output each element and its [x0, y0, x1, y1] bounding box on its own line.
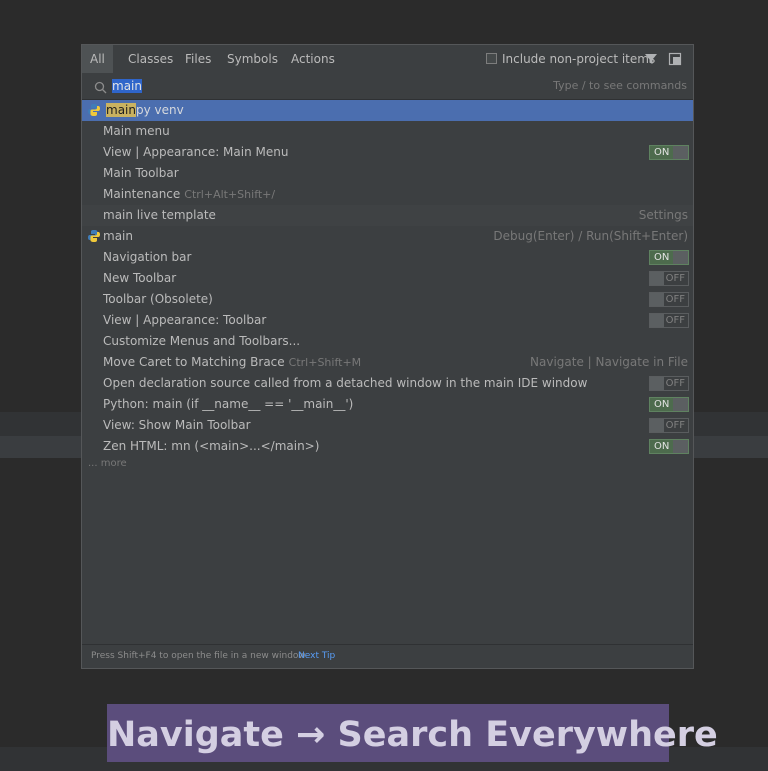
- toggle-switch[interactable]: ON: [649, 250, 689, 265]
- toggle-switch[interactable]: OFF: [649, 271, 689, 286]
- toggle-switch[interactable]: OFF: [649, 376, 689, 391]
- list-item-location: Settings: [638, 208, 688, 222]
- list-item-main-toolbar[interactable]: Main Toolbar: [82, 163, 693, 184]
- tab-files[interactable]: Files: [177, 45, 219, 73]
- results-list: mainpy venv Main menu View | Appearance:…: [82, 100, 693, 457]
- tab-all[interactable]: All: [82, 45, 113, 73]
- list-item-label: View: Show Main Toolbar: [103, 418, 251, 432]
- tab-classes[interactable]: Classes: [120, 45, 181, 73]
- caption-banner: Navigate → Search Everywhere: [107, 704, 718, 762]
- toggle-switch[interactable]: ON: [649, 145, 689, 160]
- search-icon: [94, 79, 107, 98]
- shortcut-label: Ctrl+Alt+Shift+/: [184, 188, 276, 201]
- include-non-project-items[interactable]: Include non-project items: [486, 45, 655, 73]
- list-item-zen-html[interactable]: Zen HTML: mn (<main>...</main>) ON: [82, 436, 693, 457]
- next-tip-link[interactable]: Next Tip: [298, 645, 335, 668]
- list-item-main-live-template[interactable]: main live template Settings: [82, 205, 693, 226]
- list-item-move-caret[interactable]: Move Caret to Matching Brace Ctrl+Shift+M…: [82, 352, 693, 373]
- search-field: main Type / to see commands: [82, 73, 693, 100]
- include-non-project-label: Include non-project items: [502, 52, 656, 66]
- list-item-view-appearance-toolbar[interactable]: View | Appearance: Toolbar OFF: [82, 310, 693, 331]
- list-item-label: main live template: [103, 208, 216, 222]
- toggle-switch[interactable]: OFF: [649, 292, 689, 307]
- list-item-label: New Toolbar: [103, 271, 177, 285]
- list-item-label: Customize Menus and Toolbars...: [103, 334, 301, 348]
- list-item-label: Maintenance: [103, 187, 181, 201]
- list-item-label: py venv: [135, 103, 184, 117]
- list-item-view-appearance-main-menu[interactable]: View | Appearance: Main Menu ON: [82, 142, 693, 163]
- search-query: main: [112, 79, 142, 93]
- list-item-label: Python: main (if __name__ == '__main__'): [103, 397, 354, 411]
- more-link[interactable]: ... more: [88, 458, 127, 469]
- list-item-label: Zen HTML: mn (<main>...</main>): [103, 439, 320, 453]
- list-item-label: Toolbar (Obsolete): [103, 292, 213, 306]
- tab-actions[interactable]: Actions: [283, 45, 343, 73]
- list-item-show-main-toolbar[interactable]: View: Show Main Toolbar OFF: [82, 415, 693, 436]
- list-item-label: Open declaration source called from a de…: [103, 376, 588, 390]
- list-item-label: Main menu: [103, 124, 170, 138]
- list-item-label: main: [103, 229, 133, 243]
- include-non-project-checkbox[interactable]: [486, 53, 497, 64]
- toggle-switch[interactable]: ON: [649, 439, 689, 454]
- toggle-switch[interactable]: ON: [649, 397, 689, 412]
- list-item-python-main[interactable]: Python: main (if __name__ == '__main__')…: [82, 394, 693, 415]
- list-item-label: Main Toolbar: [103, 166, 179, 180]
- list-item-main-run-config[interactable]: main Debug(Enter) / Run(Shift+Enter): [82, 226, 693, 247]
- list-item-location: Debug(Enter) / Run(Shift+Enter): [493, 229, 688, 243]
- list-item-toolbar-obsolete[interactable]: Toolbar (Obsolete) OFF: [82, 289, 693, 310]
- pin-window-icon[interactable]: [668, 52, 682, 69]
- list-item-main-venv[interactable]: mainpy venv: [82, 100, 693, 121]
- list-item-main-menu[interactable]: Main menu: [82, 121, 693, 142]
- filter-icon[interactable]: [644, 52, 658, 69]
- list-item-customize-menus[interactable]: Customize Menus and Toolbars...: [82, 331, 693, 352]
- list-item-maintenance[interactable]: Maintenance Ctrl+Alt+Shift+/: [82, 184, 693, 205]
- search-hint: Type / to see commands: [553, 79, 687, 92]
- list-item-label: View | Appearance: Main Menu: [103, 145, 289, 159]
- list-item-new-toolbar[interactable]: New Toolbar OFF: [82, 268, 693, 289]
- tip-text: Press Shift+F4 to open the file in a new…: [91, 651, 306, 661]
- toggle-switch[interactable]: OFF: [649, 313, 689, 328]
- list-item-label: Navigation bar: [103, 250, 192, 264]
- list-item-navigation-bar[interactable]: Navigation bar ON: [82, 247, 693, 268]
- list-item-open-declaration-source[interactable]: Open declaration source called from a de…: [82, 373, 693, 394]
- toggle-switch[interactable]: OFF: [649, 418, 689, 433]
- match-highlight: main: [106, 103, 136, 117]
- tab-symbols[interactable]: Symbols: [219, 45, 286, 73]
- tab-bar: All Classes Files Symbols Actions Includ…: [82, 45, 693, 74]
- search-input[interactable]: main: [112, 76, 412, 96]
- list-item-label: View | Appearance: Toolbar: [103, 313, 267, 327]
- search-everywhere-popup: All Classes Files Symbols Actions Includ…: [81, 44, 694, 669]
- list-item-location: Navigate | Navigate in File: [530, 355, 688, 369]
- tip-footer: Press Shift+F4 to open the file in a new…: [82, 644, 693, 668]
- list-item-label: Move Caret to Matching Brace: [103, 355, 285, 369]
- shortcut-label: Ctrl+Shift+M: [288, 356, 362, 369]
